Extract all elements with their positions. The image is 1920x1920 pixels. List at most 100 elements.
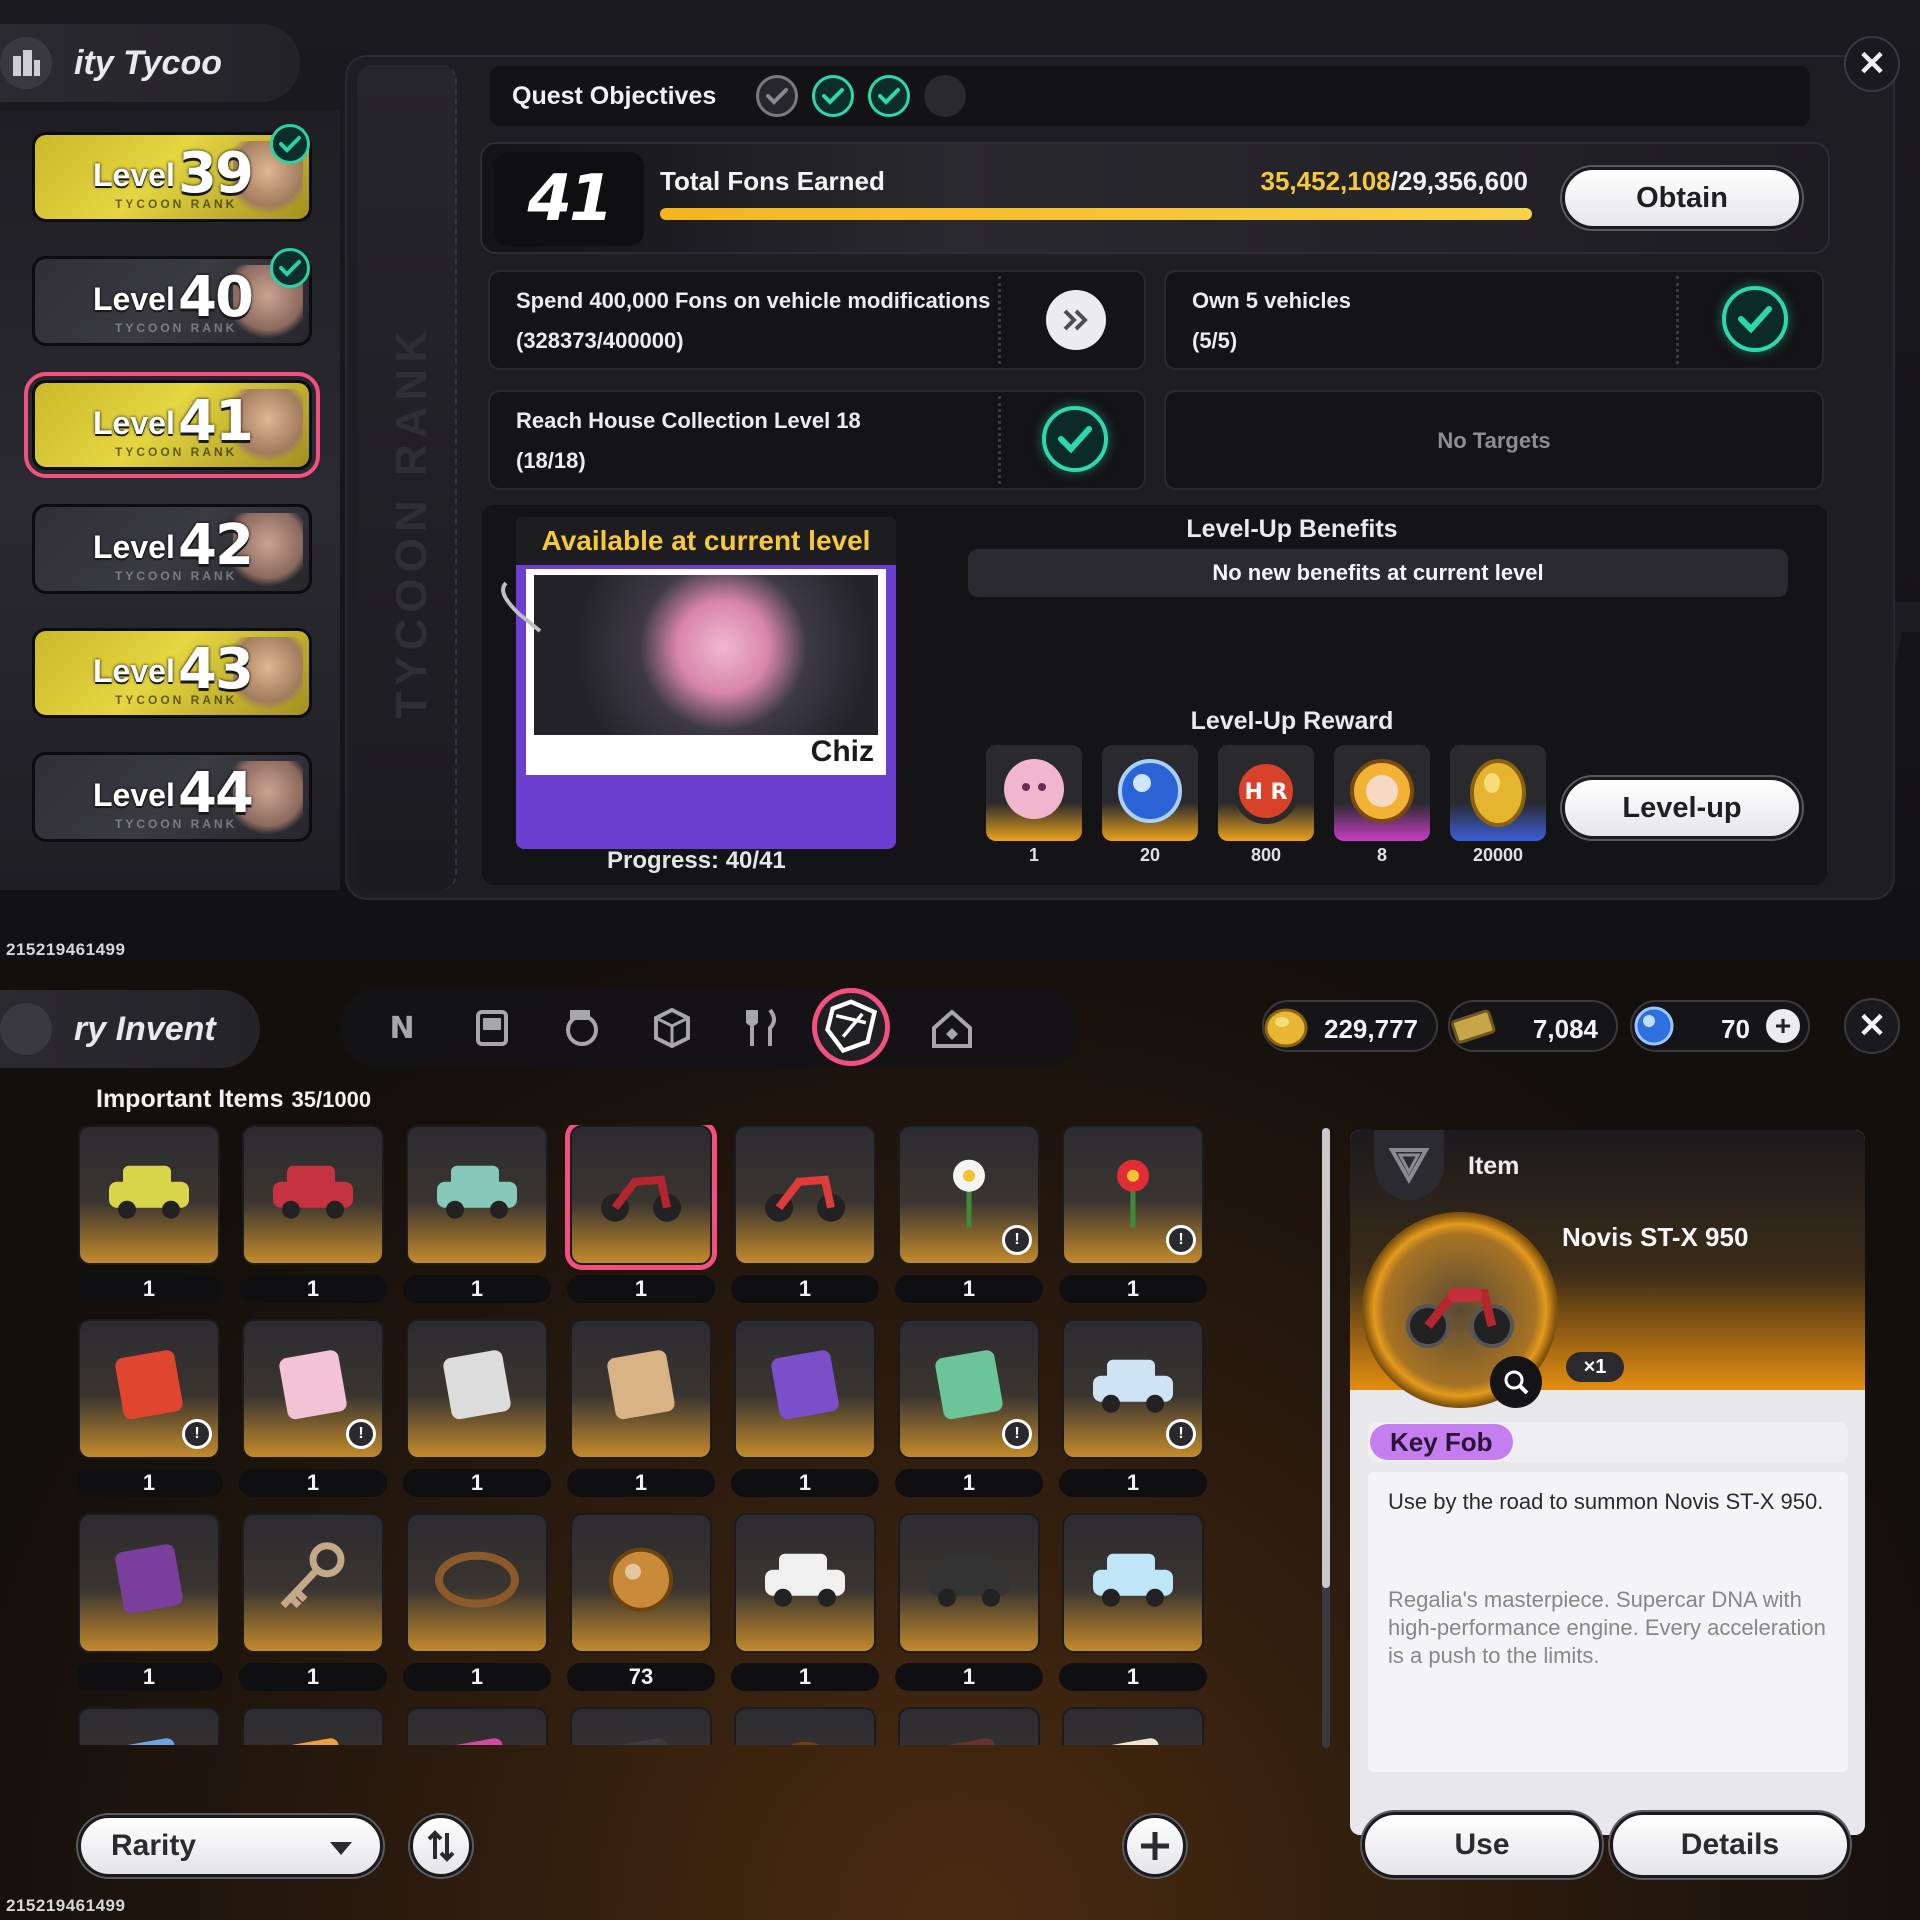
benefits-title: Level-Up Benefits — [1186, 515, 1398, 543]
inventory-slot[interactable] — [406, 1319, 548, 1459]
available-header: Available at current level — [516, 517, 896, 565]
category-tab[interactable] — [736, 1002, 788, 1054]
scrollbar-thumb[interactable] — [1322, 1128, 1330, 1588]
inventory-slot[interactable] — [242, 1125, 384, 1265]
objective-check-icon — [868, 75, 911, 117]
reward-item[interactable] — [986, 745, 1082, 841]
section-title: Important Items — [96, 1085, 284, 1113]
inventory-slot[interactable] — [565, 1125, 717, 1270]
info-icon[interactable]: ! — [182, 1419, 212, 1449]
use-button[interactable]: Use — [1362, 1812, 1602, 1878]
inventory-slot[interactable]: ! — [1062, 1319, 1204, 1459]
inventory-slot[interactable] — [898, 1513, 1040, 1653]
rank-watermark: TYCOON RANK — [387, 325, 436, 719]
reward-item[interactable] — [1334, 745, 1430, 841]
info-icon[interactable]: ! — [1002, 1419, 1032, 1449]
item-quantity: 1 — [895, 1275, 1043, 1303]
inventory-screen: ry Invent N 229,777 7,084 70 + ✕ Importa… — [0, 960, 1920, 1920]
category-tab[interactable] — [556, 1002, 608, 1054]
inventory-slot[interactable] — [406, 1707, 548, 1745]
inventory-slot[interactable] — [406, 1125, 548, 1265]
reward-quantity: 20 — [1139, 845, 1161, 865]
inventory-slot[interactable] — [734, 1707, 876, 1745]
add-currency-button[interactable]: + — [1766, 1009, 1800, 1043]
inventory-slot[interactable] — [242, 1707, 384, 1745]
item-quantity: 1 — [895, 1663, 1043, 1691]
obtain-button[interactable]: Obtain — [1562, 167, 1802, 229]
completed-check-icon — [270, 248, 310, 288]
inventory-slot[interactable] — [570, 1513, 712, 1653]
reward-item[interactable] — [1450, 745, 1546, 841]
disc-tab-icon — [566, 1010, 598, 1046]
inventory-slot[interactable] — [898, 1707, 1040, 1745]
currency-value: 70 — [1721, 1014, 1750, 1044]
app-title: ry Invent — [74, 1009, 216, 1048]
inventory-slot[interactable] — [406, 1513, 548, 1653]
category-tab[interactable] — [812, 988, 890, 1066]
sort-order-button[interactable] — [410, 1815, 472, 1877]
currency-gold: 229,777 — [1262, 1000, 1438, 1052]
info-icon[interactable]: ! — [1166, 1419, 1196, 1449]
blue-orb-icon — [1634, 1006, 1674, 1046]
photos-icon — [443, 1350, 511, 1420]
inventory-slot[interactable]: ! — [1062, 1125, 1204, 1265]
star-hairclip-icon — [935, 1350, 1003, 1420]
category-tab[interactable]: N — [376, 1002, 428, 1054]
inventory-slot[interactable] — [78, 1125, 220, 1265]
category-tab[interactable] — [466, 1002, 518, 1054]
inventory-slot[interactable] — [734, 1319, 876, 1459]
objective-progress: (18/18) — [516, 448, 586, 473]
player-uid: 215219461499 — [6, 1896, 126, 1915]
close-icon[interactable]: ✕ — [1844, 36, 1900, 92]
item-count: ×1 — [1566, 1352, 1624, 1382]
info-icon[interactable]: ! — [1166, 1225, 1196, 1255]
level-up-button[interactable]: Level-up — [1562, 777, 1802, 839]
inventory-slot[interactable] — [1062, 1513, 1204, 1653]
category-tab[interactable] — [646, 1002, 698, 1054]
teal-car-icon — [437, 1165, 517, 1219]
inventory-slot[interactable] — [734, 1513, 876, 1653]
inventory-slot[interactable] — [242, 1513, 384, 1653]
inventory-slot[interactable]: ! — [898, 1125, 1040, 1265]
level-card-42[interactable]: Level 42 TYCOON RANK — [32, 504, 312, 594]
info-icon[interactable]: ! — [1002, 1225, 1032, 1255]
level-label: Level — [93, 405, 175, 441]
item-quantity: 1 — [567, 1275, 715, 1303]
plus-icon — [1141, 1832, 1169, 1860]
inventory-slot[interactable]: ! — [78, 1319, 220, 1459]
level-label: Level — [93, 777, 175, 813]
reward-item[interactable] — [1102, 745, 1198, 841]
details-button[interactable]: Details — [1610, 1812, 1850, 1878]
inventory-slot[interactable] — [78, 1707, 220, 1745]
currency-orb: 70 + — [1630, 1000, 1810, 1052]
add-item-button[interactable] — [1124, 1815, 1186, 1877]
zoom-button[interactable] — [1490, 1356, 1542, 1408]
inventory-slot[interactable] — [1062, 1707, 1204, 1745]
reward-quantity: 1 — [1028, 845, 1039, 865]
reward-qty-wrap: 800 — [1218, 845, 1314, 871]
info-icon[interactable]: ! — [346, 1419, 376, 1449]
inventory-slot[interactable]: ! — [898, 1319, 1040, 1459]
level-list[interactable]: Level 39 TYCOON RANK Level 40 TYCOON RANK Leve… — [0, 110, 340, 890]
level-card-43[interactable]: Level 43 TYCOON RANK — [32, 628, 312, 718]
divider — [998, 276, 1001, 364]
available-character-card[interactable]: Available at current level Chiz — [516, 517, 896, 849]
reward-item[interactable]: H R — [1218, 745, 1314, 841]
rank-caption: TYCOON RANK — [115, 197, 238, 211]
close-icon[interactable]: ✕ — [1844, 998, 1900, 1054]
inventory-slot[interactable] — [570, 1707, 712, 1745]
inventory-slot[interactable]: ! — [242, 1319, 384, 1459]
inventory-slot[interactable] — [570, 1319, 712, 1459]
character-photo: Chiz — [526, 569, 886, 775]
paperclip-icon — [501, 581, 542, 633]
inventory-slot[interactable] — [734, 1125, 876, 1265]
inventory-slot[interactable] — [78, 1513, 220, 1653]
level-card-44[interactable]: Level 44 TYCOON RANK — [32, 752, 312, 842]
category-tab[interactable] — [926, 1002, 978, 1054]
go-arrow-button[interactable] — [1046, 290, 1106, 350]
level-card-41[interactable]: Level 41 TYCOON RANK — [24, 372, 320, 478]
objective-spend-fons: Spend 400,000 Fons on vehicle modificati… — [488, 270, 1146, 370]
rarity-filter-dropdown[interactable]: Rarity — [78, 1815, 383, 1877]
item-flavor-text: Regalia's masterpiece. Supercar DNA with… — [1388, 1587, 1826, 1668]
total-fons-title: Total Fons Earned — [660, 166, 885, 196]
